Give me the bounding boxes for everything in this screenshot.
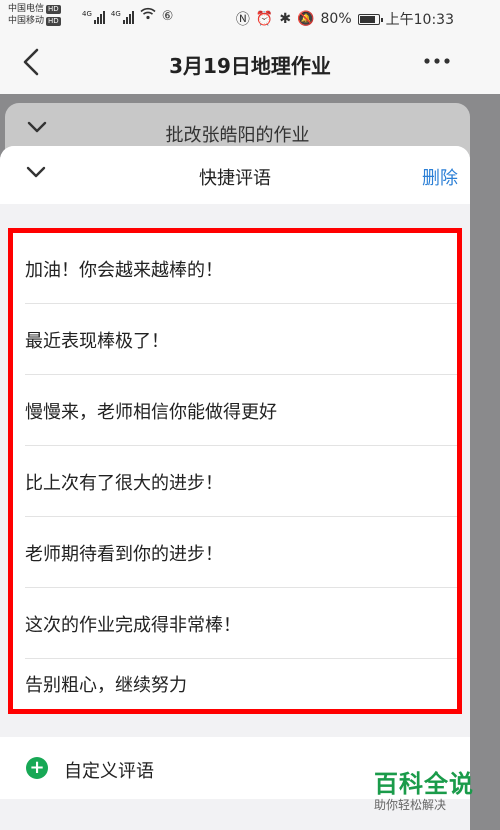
wifi-icon <box>140 7 156 24</box>
signal-group: 4G 4G ⑥ <box>82 7 173 24</box>
comment-item[interactable]: 慢慢来，老师相信你能做得更好 <box>13 375 457 446</box>
comment-item[interactable]: 这次的作业完成得非常棒！ <box>13 588 457 659</box>
data-saver-icon: ⑥ <box>161 9 174 24</box>
custom-comment-label: 自定义评语 <box>64 761 154 782</box>
more-horizontal-icon <box>424 58 450 64</box>
delete-button[interactable]: 删除 <box>422 164 458 190</box>
comment-list: 加油！你会越来越棒的！ 最近表现棒极了！ 慢慢来，老师相信你能做得更好 比上次有… <box>8 228 462 714</box>
plus-icon: + <box>26 757 48 779</box>
signal-icon: 4G <box>82 10 105 24</box>
quick-comments-sheet: 快捷评语 删除 加油！你会越来越棒的！ 最近表现棒极了！ 慢慢来，老师相信你能做… <box>0 146 470 830</box>
watermark-subtitle: 助你轻松解决 <box>374 798 447 812</box>
battery-percent: 80% <box>320 11 352 27</box>
comment-item[interactable]: 最近表现棒极了！ <box>13 304 457 375</box>
nav-bar: 3月19日地理作业 <box>0 34 500 94</box>
network-type: 4G <box>110 10 121 18</box>
clock: 上午10:33 <box>385 12 454 28</box>
alarm-icon: ⏰ <box>255 11 274 27</box>
status-right: Ⓝ ⏰ ✱ 🔕 80% 上午10:33 <box>236 9 454 29</box>
bluetooth-icon: ✱ <box>279 11 292 27</box>
watermark-title: 百科全说 <box>374 770 474 798</box>
grading-sheet-title: 批改张皓阳的作业 <box>165 125 310 146</box>
comment-item[interactable]: 比上次有了很大的进步！ <box>13 446 457 517</box>
carrier-2: 中国移动 <box>8 16 45 26</box>
signal-icon: 4G <box>111 10 134 24</box>
network-type: 4G <box>82 10 92 18</box>
watermark-logo: 百科全说 助你轻松解决 <box>374 770 474 812</box>
comment-item[interactable]: 加油！你会越来越棒的！ <box>13 233 457 304</box>
comment-item[interactable]: 老师期待看到你的进步！ <box>13 517 457 588</box>
hd-badge: HD <box>46 17 61 26</box>
sheet-header: 快捷评语 删除 <box>0 146 470 204</box>
sheet-title: 快捷评语 <box>199 168 271 189</box>
hd-badge: HD <box>46 5 61 14</box>
carrier-info: 中国电信 HD 中国移动 HD <box>8 3 61 27</box>
comment-item[interactable]: 告别粗心，继续努力 <box>13 659 457 709</box>
nfc-icon: Ⓝ <box>235 12 250 28</box>
mute-icon: 🔕 <box>297 11 315 27</box>
more-button[interactable] <box>424 46 450 71</box>
status-bar: 中国电信 HD 中国移动 HD 4G 4G ⑥ Ⓝ ⏰ ✱ 🔕 80% 上午10:3… <box>0 0 500 34</box>
carrier-1: 中国电信 <box>8 4 45 14</box>
battery-icon <box>357 13 383 25</box>
